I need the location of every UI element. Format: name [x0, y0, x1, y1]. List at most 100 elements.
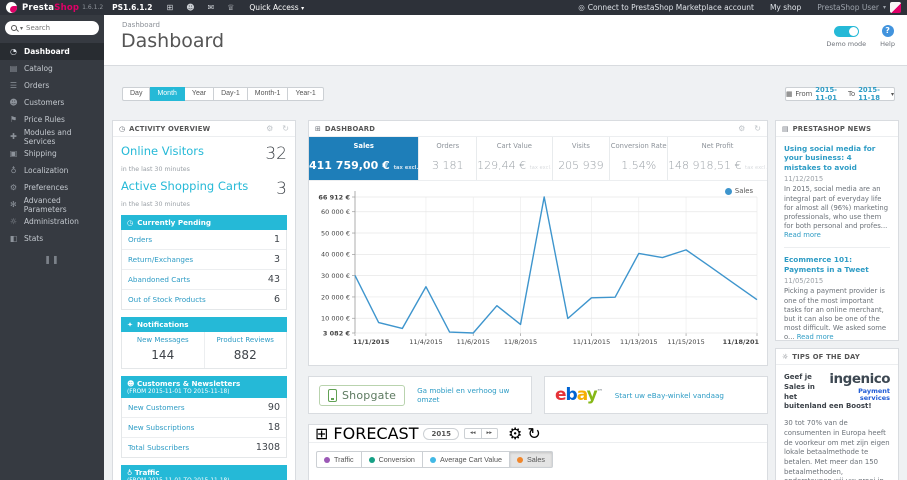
my-shop-link[interactable]: My shop — [770, 3, 801, 12]
active-carts-link[interactable]: Active Shopping Carts — [121, 179, 248, 193]
sidebar-collapse-button[interactable]: ❚❚ — [0, 255, 104, 264]
svg-text:11/13/2015: 11/13/2015 — [620, 338, 657, 346]
administration-icon: ☼ — [9, 217, 18, 226]
customers-newsletters-header: ☻ Customers & Newsletters (FROM 2015-11-… — [121, 376, 287, 398]
prestashop-logo-icon[interactable] — [6, 2, 17, 13]
forecast-filter-average-cart-value[interactable]: Average Cart Value — [422, 451, 510, 468]
read-more-link[interactable]: Read more — [784, 231, 821, 239]
sidebar-item-price-rules[interactable]: ⚑ Price Rules — [0, 111, 104, 128]
kpi-tab-sales[interactable]: Sales 411 759,00 € tax excl. — [309, 137, 420, 180]
range-button-day[interactable]: Day — [122, 87, 151, 101]
shopgate-phone-icon — [328, 388, 337, 402]
range-button-month[interactable]: Month — [150, 87, 185, 101]
forecast-filter-traffic[interactable]: Traffic — [316, 451, 362, 468]
gear-icon[interactable]: ⚙ — [508, 424, 522, 443]
kpi-tab-conversion-rate[interactable]: Conversion Rate 1.54% — [610, 137, 669, 180]
refresh-icon[interactable]: ↻ — [527, 424, 540, 443]
svg-text:11/18/201: 11/18/201 — [723, 338, 760, 346]
traffic-dot — [324, 456, 330, 463]
next-year-button[interactable]: ▸▸ — [481, 427, 499, 440]
customers-row-link[interactable]: Total Subscribers — [128, 443, 189, 452]
sidebar-item-modules-and-services[interactable]: ✚ Modules and Services — [0, 128, 104, 146]
previous-year-button[interactable]: ◂◂ — [463, 427, 482, 440]
svg-text:66 912 €: 66 912 € — [318, 193, 350, 201]
read-more-link[interactable]: Read more — [797, 333, 834, 341]
pending-row-link[interactable]: Orders — [128, 235, 152, 244]
online-visitors-link[interactable]: Online Visitors — [121, 144, 204, 158]
ebay-module: ebay™ Start uw eBay-winkel vandaag — [544, 376, 768, 414]
news-article-title[interactable]: Using social media for your business: 4 … — [784, 144, 890, 172]
pending-row-link[interactable]: Abandoned Carts — [128, 275, 190, 284]
svg-text:10 000 €: 10 000 € — [321, 315, 350, 323]
sidebar-item-advanced-parameters[interactable]: ✻ Advanced Parameters — [0, 196, 104, 214]
range-button-year-1[interactable]: Year-1 — [288, 87, 324, 101]
mail-icon[interactable]: ✉ — [208, 3, 215, 12]
notifications-header: ✦ Notifications — [121, 317, 287, 332]
range-button-day-1[interactable]: Day-1 — [214, 87, 248, 101]
shopgate-link[interactable]: Ga mobiel en verhoog uw omzet — [417, 386, 521, 404]
svg-text:11/8/2015: 11/8/2015 — [504, 338, 537, 346]
refresh-icon[interactable]: ↻ — [754, 124, 761, 133]
customers-row-link[interactable]: New Subscriptions — [128, 423, 194, 432]
kpi-tab-visits[interactable]: Visits 205 939 — [553, 137, 611, 180]
chart-legend: Sales — [724, 187, 753, 195]
date-range-picker[interactable]: ▦ From 2015-11-01 To 2015-11-18 ▾ — [785, 86, 895, 102]
sales-chart: Sales 11/1/2015 11/4/2015 11/6/2015 11/8/20… — [309, 181, 767, 365]
customers-row-link[interactable]: New Customers — [128, 403, 185, 412]
sidebar-item-catalog[interactable]: ▤ Catalog — [0, 60, 104, 77]
sidebar-item-orders[interactable]: ☰ Orders — [0, 77, 104, 94]
profile-icon[interactable]: ☻ — [186, 3, 194, 12]
trophy-icon[interactable]: ♕ — [227, 3, 234, 12]
marketplace-icon: ◎ — [578, 3, 585, 12]
sidebar-item-dashboard[interactable]: ◔ Dashboard — [0, 43, 104, 60]
range-button-year[interactable]: Year — [184, 87, 215, 101]
pending-row-link[interactable]: Out of Stock Products — [128, 295, 206, 304]
shopgate-logo: Shopgate — [319, 384, 406, 406]
sidebar-item-preferences[interactable]: ⚙ Preferences — [0, 179, 104, 196]
sidebar-search[interactable]: ▾ — [5, 21, 99, 35]
marketplace-link[interactable]: ◎ Connect to PrestaShop Marketplace accou… — [578, 3, 754, 12]
forecast-filter-conversion[interactable]: Conversion — [361, 451, 423, 468]
shipping-icon: ▣ — [9, 149, 18, 158]
sidebar-item-stats[interactable]: ◧ Stats — [0, 230, 104, 247]
kpi-tab-cart-value[interactable]: Cart Value 129,44 € tax excl. — [477, 137, 553, 180]
sidebar-item-administration[interactable]: ☼ Administration — [0, 213, 104, 230]
localization-icon: ♁ — [10, 166, 17, 175]
people-icon: ☻ — [127, 379, 135, 388]
forecast-filter-sales[interactable]: Sales — [510, 451, 553, 468]
cart-icon[interactable]: ⊞ — [166, 3, 173, 12]
range-button-month-1[interactable]: Month-1 — [247, 87, 289, 101]
news-article-date: 11/05/2015 — [784, 277, 824, 286]
refresh-icon[interactable]: ↻ — [282, 124, 289, 133]
svg-text:11/11/2015: 11/11/2015 — [573, 338, 610, 346]
product-reviews-cell[interactable]: Product Reviews 882 — [203, 332, 287, 368]
currently-pending-header: ◷ Currently Pending — [121, 215, 287, 230]
brand-wordmark[interactable]: PrestaShop — [22, 3, 79, 13]
breadcrumb[interactable]: Dashboard — [122, 21, 160, 29]
kpi-tab-net-profit[interactable]: Net Profit 148 918,51 € tax excl. — [668, 137, 767, 180]
bell-icon: ✦ — [127, 320, 134, 329]
pending-row-link[interactable]: Return/Exchanges — [128, 255, 193, 264]
svg-text:50 000 €: 50 000 € — [321, 229, 350, 237]
news-article-title[interactable]: Ecommerce 101: Payments in a Tweet — [784, 255, 890, 274]
gear-icon[interactable]: ⚙ — [738, 124, 745, 133]
new-messages-cell[interactable]: New Messages 144 — [122, 332, 204, 368]
svg-text:11/1/2015: 11/1/2015 — [353, 338, 390, 346]
news-article-date: 11/12/2015 — [784, 175, 824, 184]
demo-mode-toggle[interactable] — [833, 26, 859, 37]
forecast-panel: ⊞ FORECAST 2015 ◂◂ ▸▸ ⚙ ↻ Traffic Convers… — [308, 424, 768, 480]
prestashop-news-panel: ▤ PRESTASHOP NEWS Using social media for… — [775, 120, 899, 360]
user-menu[interactable]: PrestaShop User ▾ — [817, 2, 901, 13]
help-icon[interactable]: ? — [881, 25, 894, 37]
kpi-tab-orders[interactable]: Orders 3 181 — [419, 137, 478, 180]
gear-icon[interactable]: ⚙ — [266, 124, 273, 133]
sidebar-item-shipping[interactable]: ▣ Shipping — [0, 145, 104, 162]
sidebar-item-localization[interactable]: ♁ Localization — [0, 162, 104, 179]
active-carts-value: 3 — [276, 179, 287, 199]
search-input[interactable] — [26, 24, 87, 32]
ebay-link[interactable]: Start uw eBay-winkel vandaag — [615, 391, 724, 400]
quick-access-menu[interactable]: Quick Access ▾ — [249, 3, 304, 12]
sidebar-item-label: Catalog — [24, 64, 53, 73]
date-range-filters: Day Month Year Day-1 Month-1 Year-1 — [122, 87, 324, 101]
sidebar-item-customers[interactable]: ☻ Customers — [0, 94, 104, 111]
